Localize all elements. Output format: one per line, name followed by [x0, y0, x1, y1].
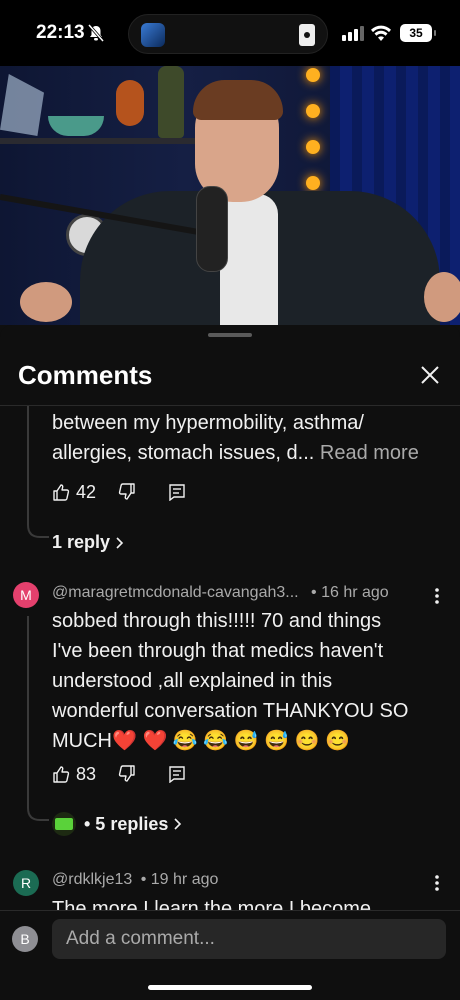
battery-indicator: 35 [400, 24, 436, 42]
more-options-icon[interactable] [434, 873, 440, 893]
reply-comment-icon [169, 484, 185, 501]
reply-button[interactable] [168, 765, 186, 783]
dynamic-island[interactable] [128, 14, 328, 54]
host-shirt [220, 194, 278, 325]
comment-meta: @rdklkje13 • 19 hr ago [52, 871, 218, 889]
like-button[interactable]: 83 [52, 764, 96, 785]
thread-curve [27, 517, 49, 538]
comments-sheet: Comments between my hypermobility, asthm… [0, 325, 460, 1000]
thumbs-up-icon [53, 484, 70, 501]
like-count: 42 [76, 481, 97, 502]
like-button[interactable]: 42 [52, 482, 96, 503]
thumbs-up-icon [53, 766, 70, 783]
status-time: 22:13 [36, 22, 85, 43]
sheet-header: Comments [18, 355, 442, 395]
bottle-decor [158, 66, 184, 138]
host-hair [193, 80, 283, 120]
dislike-button[interactable] [118, 483, 136, 501]
sheet-drag-handle[interactable] [208, 333, 252, 337]
microphone [196, 186, 228, 272]
bowl-decor [48, 116, 104, 136]
wifi-icon [371, 25, 391, 41]
comments-list[interactable]: between my hypermobility, asthma/ allerg… [0, 406, 460, 910]
reply-comment-icon [169, 766, 185, 783]
more-options-icon[interactable] [434, 586, 440, 606]
speaker-icon [299, 24, 315, 46]
status-bar: 22:13 35 [0, 0, 460, 66]
comment-time: • 16 hr ago [311, 584, 389, 601]
avatar[interactable]: M [13, 582, 39, 608]
comment-text: The more I learn the more I become [52, 898, 372, 910]
view-replies-link[interactable]: • 5 replies [52, 812, 182, 836]
thumbs-down-icon [118, 765, 135, 782]
owl-figurine [116, 80, 144, 126]
chevron-right-icon [116, 536, 124, 549]
comment-time: • 19 hr ago [140, 871, 219, 888]
read-more-link[interactable]: Read more [320, 442, 419, 464]
now-playing-thumbnail [141, 23, 165, 47]
like-count: 83 [76, 763, 97, 784]
host-right-hand [424, 272, 460, 322]
comment-text: between my hypermobility, asthma/ allerg… [52, 412, 419, 464]
thread-line [27, 616, 29, 802]
shelf [0, 138, 200, 144]
cellular-signal-icon [342, 26, 364, 41]
comment-actions: 42 [52, 480, 208, 504]
comment-actions: 83 [52, 762, 208, 786]
avatar[interactable]: R [13, 870, 39, 896]
comment-input[interactable] [52, 919, 446, 959]
crystal-decor [0, 74, 44, 136]
host-left-hand [20, 282, 72, 322]
video-player[interactable] [0, 66, 460, 325]
thread-curve [27, 800, 49, 821]
reply-author-avatar [52, 812, 76, 836]
comment-author[interactable]: @rdklkje13 [52, 871, 132, 888]
comment-author[interactable]: @maragretmcdonald-cavangah3... [52, 584, 299, 601]
view-replies-link[interactable]: 1 reply [52, 532, 124, 553]
sheet-title: Comments [18, 360, 153, 390]
comment-meta: @maragretmcdonald-cavangah3... • 16 hr a… [52, 584, 389, 602]
thumbs-down-icon [118, 483, 135, 500]
user-avatar[interactable]: B [12, 926, 38, 952]
dislike-button[interactable] [118, 765, 136, 783]
comment-text: sobbed through this!!!!! 70 and things I… [52, 610, 409, 752]
chevron-right-icon [174, 818, 182, 830]
thread-line [27, 406, 29, 519]
home-indicator[interactable] [148, 985, 312, 990]
close-icon[interactable] [418, 363, 442, 387]
reply-button[interactable] [168, 483, 186, 501]
comment-composer: B [0, 910, 460, 970]
bell-off-icon [88, 24, 104, 42]
